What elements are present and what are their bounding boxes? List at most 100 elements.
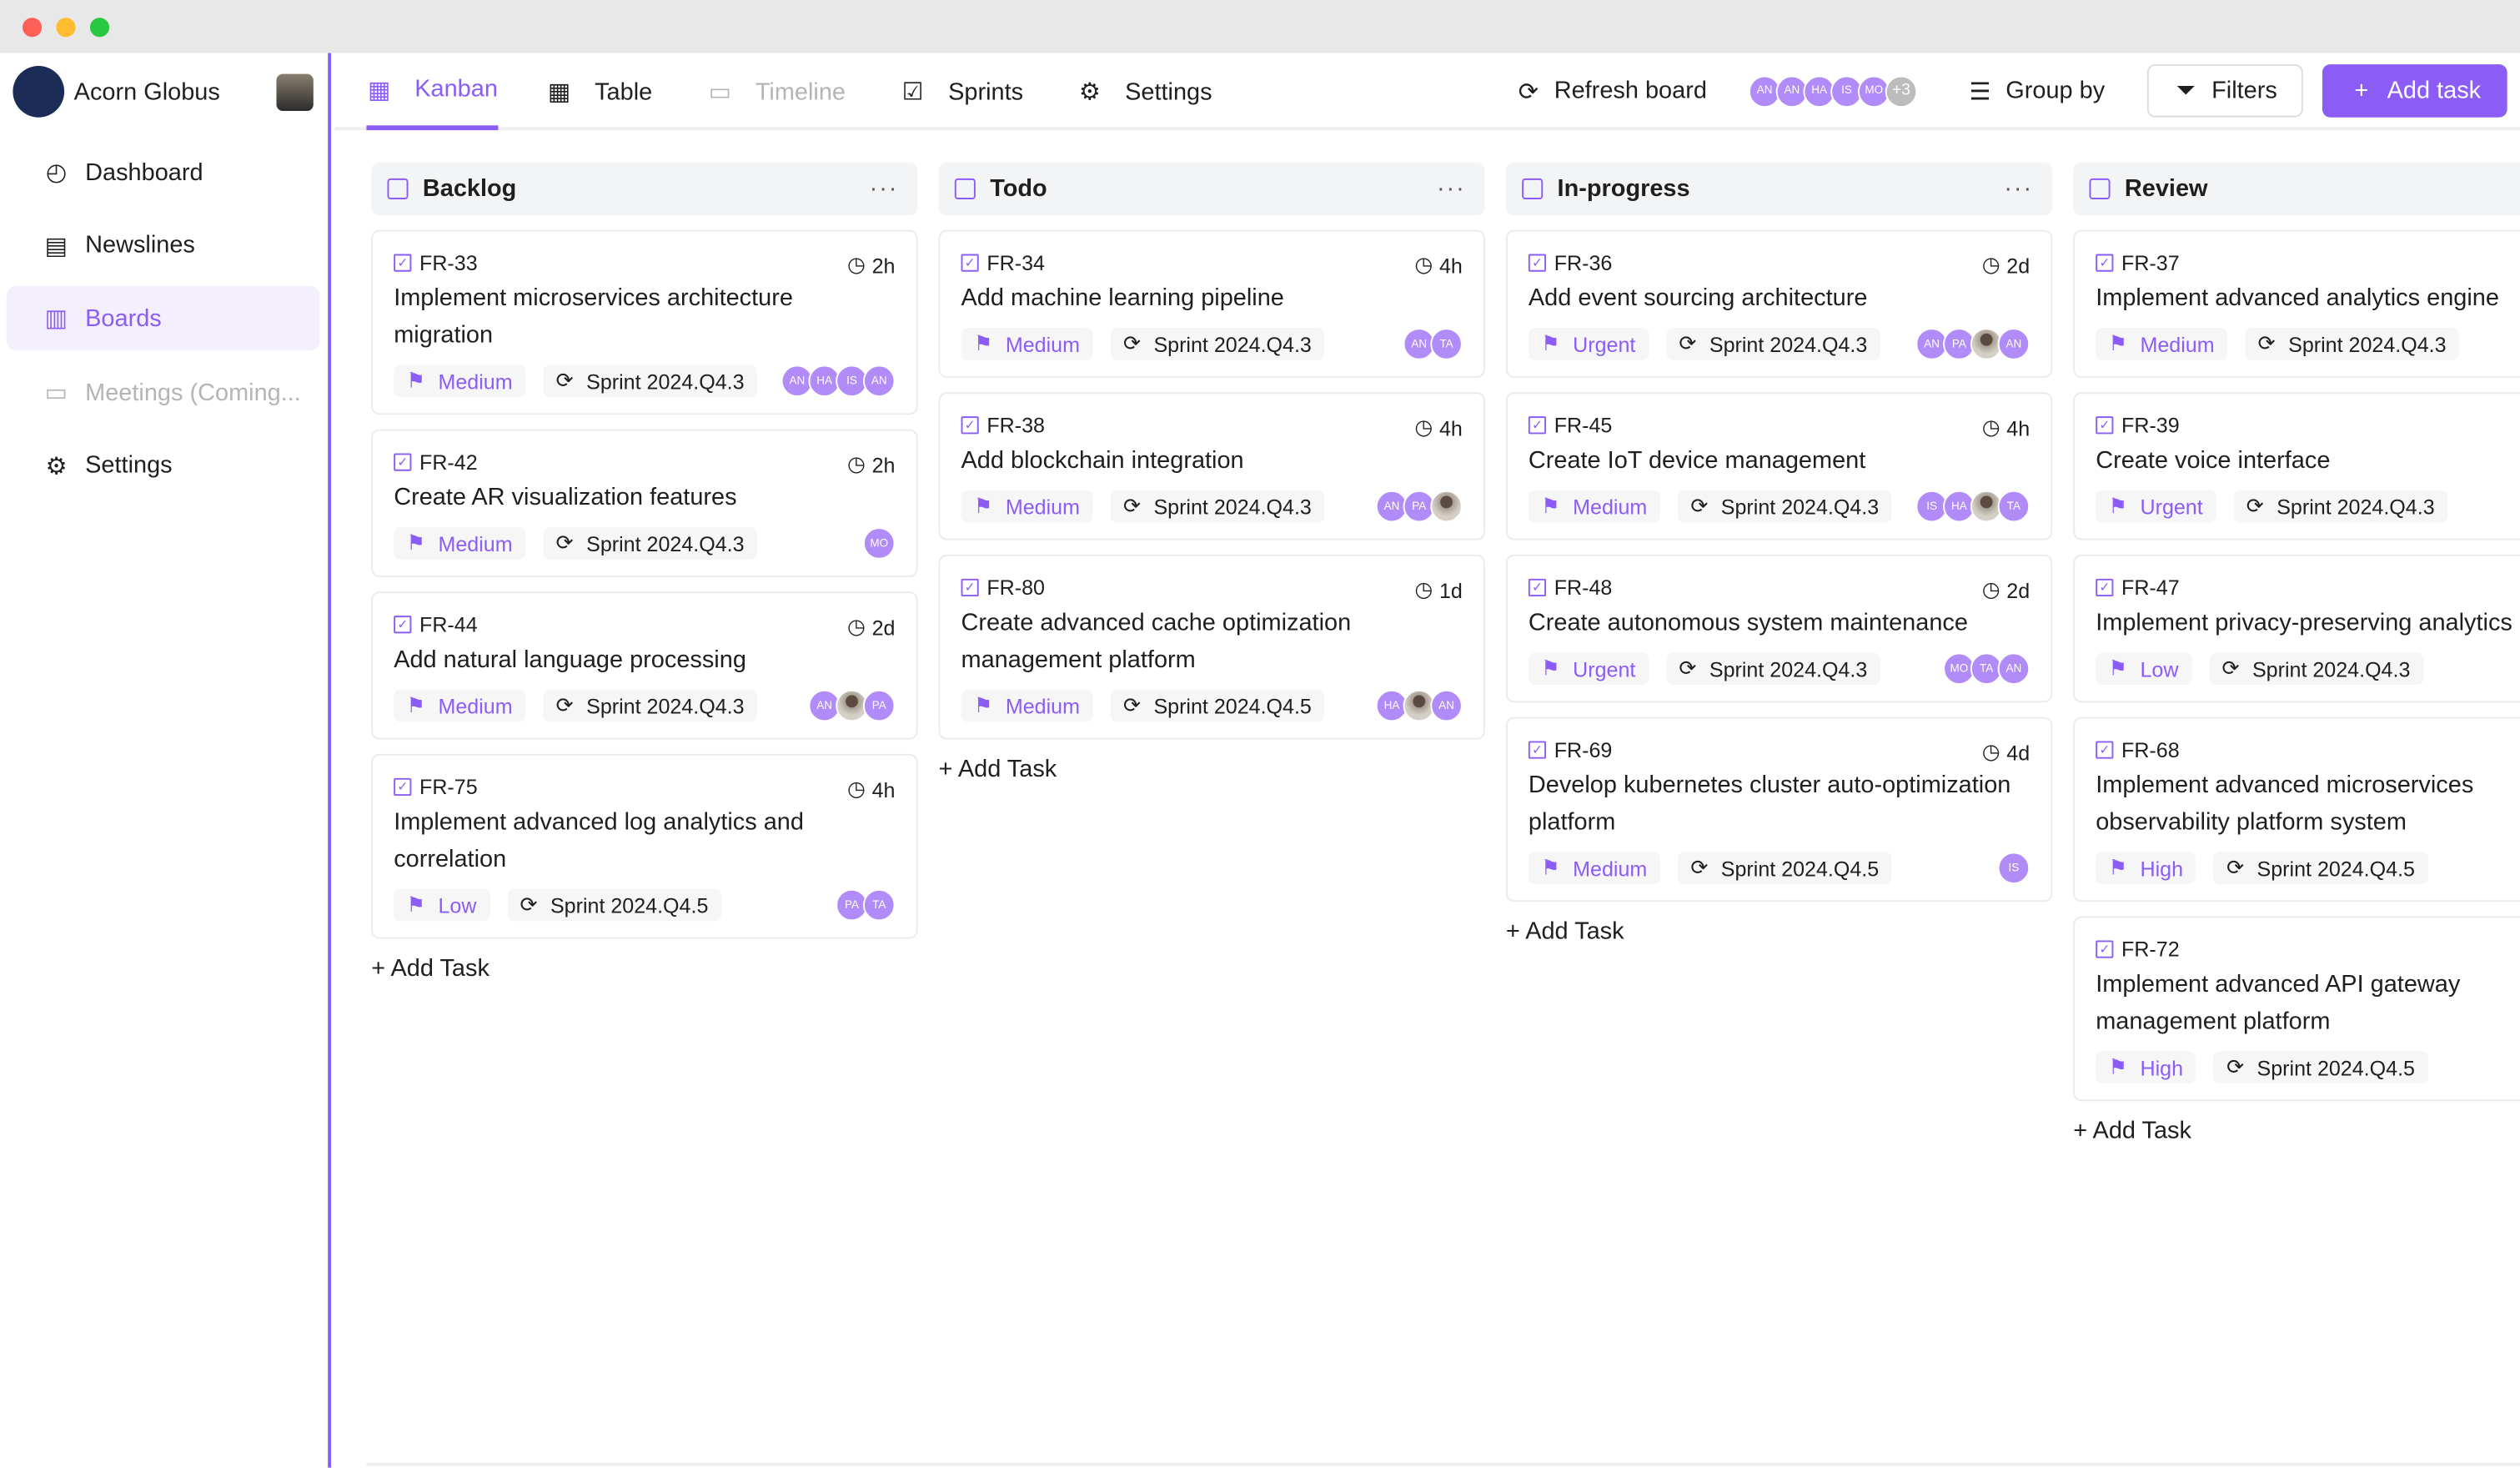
sidebar-item-boards[interactable]: ▥ Boards xyxy=(6,286,320,351)
task-checkbox-icon[interactable]: ✓ xyxy=(2096,740,2114,758)
column-select-checkbox[interactable] xyxy=(2089,178,2111,199)
priority-badge[interactable]: ⚑ Medium xyxy=(1528,490,1660,523)
task-checkbox-icon[interactable]: ✓ xyxy=(2096,577,2114,596)
priority-badge[interactable]: ⚑ Urgent xyxy=(1528,328,1649,360)
board-members[interactable]: AN AN HA IS MO +3 xyxy=(1748,64,1918,118)
sprint-badge[interactable]: ⟳ Sprint 2024.Q4.3 xyxy=(1666,652,1880,686)
priority-badge[interactable]: ⚑ Medium xyxy=(961,328,1093,360)
refresh-board-button[interactable]: ⟳ Refresh board xyxy=(1515,64,1707,118)
priority-badge[interactable]: ⚑ Medium xyxy=(961,490,1093,523)
task-card[interactable]: ✓ FR-33 ◷ 2h Implement microservices archi… xyxy=(371,229,918,415)
priority-badge[interactable]: ⚑ Urgent xyxy=(1528,652,1649,686)
priority-badge[interactable]: ⚑ Medium xyxy=(394,527,526,560)
task-checkbox-icon[interactable]: ✓ xyxy=(1528,577,1547,596)
assignee-avatar[interactable]: MO xyxy=(862,527,896,560)
column-more-button[interactable]: ··· xyxy=(2004,175,2033,203)
task-checkbox-icon[interactable]: ✓ xyxy=(961,577,979,596)
task-card[interactable]: ✓ FR-75 ◷ 4h Implement advanced log analyt… xyxy=(371,753,918,939)
task-checkbox-icon[interactable]: ✓ xyxy=(2096,939,2114,958)
task-card[interactable]: ✓ FR-34 ◷ 4h Add machine learning pipeline… xyxy=(938,229,1485,378)
sprint-badge[interactable]: ⟳ Sprint 2024.Q4.3 xyxy=(543,527,757,560)
priority-badge[interactable]: ⚑ Urgent xyxy=(2096,490,2216,523)
assignee-photo-avatar[interactable] xyxy=(1430,490,1463,523)
task-card[interactable]: ✓ FR-47 Implement privacy-preserving anal… xyxy=(2073,554,2520,703)
column-select-checkbox[interactable] xyxy=(1522,178,1544,199)
assignee-avatar[interactable]: TA xyxy=(1430,328,1463,360)
column-select-checkbox[interactable] xyxy=(387,178,409,199)
sprint-badge[interactable]: ⟳ Sprint 2024.Q4.3 xyxy=(2209,652,2423,686)
task-checkbox-icon[interactable]: ✓ xyxy=(961,415,979,434)
priority-badge[interactable]: ⚑ Medium xyxy=(961,689,1093,722)
sidebar-item-newslines[interactable]: ▤ Newslines xyxy=(7,214,320,278)
task-checkbox-icon[interactable]: ✓ xyxy=(2096,415,2114,434)
add-task-link[interactable]: + Add Task xyxy=(1506,918,2052,945)
sprint-badge[interactable]: ⟳ Sprint 2024.Q4.3 xyxy=(1677,490,1892,523)
task-card[interactable]: ✓ FR-69 ◷ 4d Develop kubernetes cluster au… xyxy=(1505,716,2053,902)
sprint-badge[interactable]: ⟳ Sprint 2024.Q4.5 xyxy=(507,888,721,922)
sprint-badge[interactable]: ⟳ Sprint 2024.Q4.5 xyxy=(1110,689,1325,722)
priority-badge[interactable]: ⚑ Medium xyxy=(394,689,526,722)
task-card[interactable]: ✓ FR-45 ◷ 4h Create IoT device management … xyxy=(1505,392,2053,540)
assignee-avatar[interactable]: TA xyxy=(1997,490,2031,523)
task-card[interactable]: ✓ FR-80 ◷ 1d Create advanced cache optimiz… xyxy=(938,554,1485,740)
close-window-button[interactable] xyxy=(22,18,43,38)
filters-button[interactable]: ⏷ Filters xyxy=(2146,64,2303,118)
assignee-avatar[interactable]: TA xyxy=(862,888,896,922)
priority-badge[interactable]: ⚑ Medium xyxy=(394,364,526,398)
task-card[interactable]: ✓ FR-68 Implement advanced microservices … xyxy=(2073,716,2520,902)
assignee-avatar[interactable]: IS xyxy=(1997,852,2031,885)
priority-badge[interactable]: ⚑ Low xyxy=(2096,652,2191,686)
maximize-window-button[interactable] xyxy=(89,18,110,38)
task-card[interactable]: ✓ FR-37 Implement advanced analytics engi… xyxy=(2073,229,2520,378)
priority-badge[interactable]: ⚑ Low xyxy=(394,888,489,922)
sidebar-item-dashboard[interactable]: ◴ Dashboard xyxy=(7,140,320,204)
task-checkbox-icon[interactable]: ✓ xyxy=(394,615,412,633)
assignee-avatar[interactable]: AN xyxy=(1997,652,2031,686)
group-by-button[interactable]: ☰ Group by xyxy=(1967,64,2105,118)
sprint-badge[interactable]: ⟳ Sprint 2024.Q4.3 xyxy=(1110,328,1325,360)
task-card[interactable]: ✓ FR-36 ◷ 2d Add event sourcing architectu… xyxy=(1505,229,2053,378)
minimize-window-button[interactable] xyxy=(56,18,76,38)
task-card[interactable]: ✓ FR-48 ◷ 2d Create autonomous system main… xyxy=(1505,554,2053,703)
tab-kanban[interactable]: ▦ Kanban xyxy=(366,53,498,131)
task-checkbox-icon[interactable]: ✓ xyxy=(1528,740,1547,758)
sprint-badge[interactable]: ⟳ Sprint 2024.Q4.5 xyxy=(2213,1051,2428,1084)
column-select-checkbox[interactable] xyxy=(954,178,976,199)
task-checkbox-icon[interactable]: ✓ xyxy=(1528,415,1547,434)
priority-badge[interactable]: ⚑ Medium xyxy=(2096,328,2228,360)
task-checkbox-icon[interactable]: ✓ xyxy=(394,253,412,271)
assignee-avatar[interactable]: AN xyxy=(862,364,896,398)
task-card[interactable]: ✓ FR-38 ◷ 4h Add blockchain integration ⚑ M… xyxy=(938,392,1485,540)
sprint-badge[interactable]: ⟳ Sprint 2024.Q4.3 xyxy=(1666,328,1880,360)
add-task-link[interactable]: + Add Task xyxy=(371,955,917,983)
task-card[interactable]: ✓ FR-72 Implement advanced API gateway ma… xyxy=(2073,916,2520,1102)
brand[interactable]: Acorn Globus xyxy=(13,66,220,118)
sprint-badge[interactable]: ⟳ Sprint 2024.Q4.5 xyxy=(1677,852,1892,885)
assignee-avatar[interactable]: PA xyxy=(862,689,896,722)
column-more-button[interactable]: ··· xyxy=(870,175,899,203)
priority-badge[interactable]: ⚑ High xyxy=(2096,1051,2196,1084)
task-checkbox-icon[interactable]: ✓ xyxy=(2096,253,2114,271)
column-more-button[interactable]: ··· xyxy=(1437,175,1466,203)
sidebar-item-settings[interactable]: ⚙ Settings xyxy=(7,434,320,498)
assignee-avatar[interactable]: AN xyxy=(1997,328,2031,360)
add-task-link[interactable]: + Add Task xyxy=(2073,1117,2520,1144)
task-checkbox-icon[interactable]: ✓ xyxy=(1528,253,1547,271)
sprint-badge[interactable]: ⟳ Sprint 2024.Q4.3 xyxy=(543,689,757,722)
user-avatar[interactable] xyxy=(276,73,314,111)
tab-settings[interactable]: ⚙ Settings xyxy=(1077,53,1212,131)
more-members-badge[interactable]: +3 xyxy=(1885,74,1918,108)
sprint-badge[interactable]: ⟳ Sprint 2024.Q4.3 xyxy=(1110,490,1325,523)
tab-table[interactable]: ▦ Table xyxy=(546,53,652,131)
sprint-badge[interactable]: ⟳ Sprint 2024.Q4.3 xyxy=(2233,490,2448,523)
add-task-button[interactable]: + Add task xyxy=(2322,64,2507,118)
sprint-badge[interactable]: ⟳ Sprint 2024.Q4.5 xyxy=(2213,852,2428,885)
task-checkbox-icon[interactable]: ✓ xyxy=(394,777,412,796)
sprint-badge[interactable]: ⟳ Sprint 2024.Q4.3 xyxy=(543,364,757,398)
task-card[interactable]: ✓ FR-44 ◷ 2d Add natural language processi… xyxy=(371,591,918,740)
tab-sprints[interactable]: ☑ Sprints xyxy=(900,53,1023,131)
sprint-badge[interactable]: ⟳ Sprint 2024.Q4.3 xyxy=(2245,328,2459,360)
task-checkbox-icon[interactable]: ✓ xyxy=(961,253,979,271)
assignee-avatar[interactable]: AN xyxy=(1430,689,1463,722)
add-task-link[interactable]: + Add Task xyxy=(939,756,1485,783)
